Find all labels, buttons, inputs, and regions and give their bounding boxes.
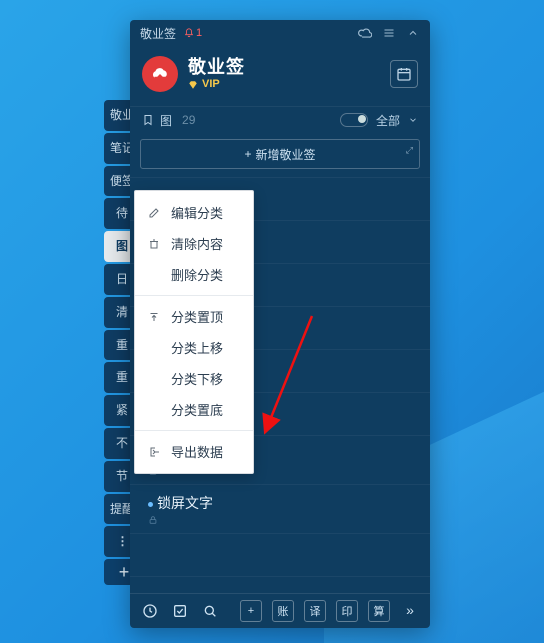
bookmark-icon — [142, 114, 154, 126]
expand-icon: ⤢ — [406, 145, 413, 156]
cloud-sync-icon[interactable] — [358, 26, 372, 40]
account-button[interactable]: 账 — [272, 600, 294, 622]
desktop: 敬业 笔记 便签 待 图 日 清 重 重 紧 不 节 提醒 ⋮ + 敬业签 1 — [0, 0, 544, 643]
category-left[interactable]: 图 29 — [142, 112, 195, 129]
blank-icon — [147, 403, 161, 417]
to-top-icon — [147, 310, 161, 324]
ctx-label: 分类下移 — [171, 369, 223, 388]
bell-icon — [184, 28, 194, 38]
titlebar-left: 敬业签 1 — [140, 25, 202, 42]
category-name: 图 — [160, 112, 172, 129]
diamond-icon — [188, 80, 198, 90]
calc-button[interactable]: 算 — [368, 600, 390, 622]
header: 敬业签 VIP — [130, 46, 430, 106]
ctx-label: 删除分类 — [171, 265, 223, 284]
ctx-label: 分类上移 — [171, 338, 223, 357]
blank-icon — [147, 268, 161, 282]
add-row: + 新增敬业签 ⤢ — [130, 133, 430, 177]
separator — [135, 295, 253, 296]
clock-button[interactable] — [140, 601, 160, 621]
separator — [135, 430, 253, 431]
notification-count: 1 — [196, 27, 202, 39]
clock-icon — [142, 603, 158, 619]
add-note-button[interactable]: + 新增敬业签 ⤢ — [140, 139, 420, 169]
ctx-pin-bottom[interactable]: 分类置底 — [135, 394, 253, 425]
item-title: 锁屏文字 — [157, 495, 213, 511]
header-right — [390, 60, 418, 88]
plus-square-button[interactable]: + — [240, 600, 262, 622]
search-button[interactable] — [200, 601, 220, 621]
category-right: 全部 — [340, 112, 418, 129]
titlebar-right — [358, 26, 420, 40]
search-icon — [202, 603, 218, 619]
ctx-label: 编辑分类 — [171, 203, 223, 222]
check-button[interactable] — [170, 601, 190, 621]
toggle-switch[interactable] — [340, 113, 368, 127]
export-icon — [147, 445, 161, 459]
menu-icon[interactable] — [382, 26, 396, 40]
edit-icon — [147, 206, 161, 220]
more-button[interactable]: » — [400, 600, 420, 620]
category-bar: 图 29 全部 — [130, 106, 430, 133]
titlebar: 敬业签 1 — [130, 20, 430, 46]
ctx-export-data[interactable]: 导出数据 — [135, 436, 253, 467]
ctx-move-up[interactable]: 分类上移 — [135, 332, 253, 363]
blank-icon — [147, 341, 161, 355]
app-name-block: 敬业签 VIP — [188, 57, 245, 92]
print-button[interactable]: 印 — [336, 600, 358, 622]
collapse-icon[interactable] — [406, 26, 420, 40]
filter-label[interactable]: 全部 — [376, 112, 400, 129]
add-note-label: 新增敬业签 — [256, 146, 316, 163]
titlebar-app-name: 敬业签 — [140, 25, 176, 42]
lock-icon — [148, 515, 158, 525]
ctx-label: 分类置底 — [171, 400, 223, 419]
ctx-delete-category[interactable]: 删除分类 — [135, 259, 253, 290]
blank-icon — [147, 372, 161, 386]
ctx-edit-category[interactable]: 编辑分类 — [135, 197, 253, 228]
app-logo — [142, 56, 178, 92]
context-menu: 编辑分类 清除内容 删除分类 分类置顶 分类上移 分类下移 分类置底 — [134, 190, 254, 474]
bottom-bar: + 账 译 印 算 » — [130, 593, 430, 628]
bottom-right: + 账 译 印 算 » — [240, 600, 420, 622]
ctx-clear-content[interactable]: 清除内容 — [135, 228, 253, 259]
cloud-house-icon — [149, 63, 171, 85]
ctx-pin-top[interactable]: 分类置顶 — [135, 301, 253, 332]
calendar-button[interactable] — [390, 60, 418, 88]
bullet-dot — [148, 502, 153, 507]
ctx-move-down[interactable]: 分类下移 — [135, 363, 253, 394]
notification-badge[interactable]: 1 — [184, 27, 202, 39]
ctx-label: 导出数据 — [171, 442, 223, 461]
vip-label: VIP — [202, 78, 220, 91]
list-row-empty — [130, 534, 430, 577]
bottom-left — [140, 601, 220, 621]
calendar-icon — [396, 66, 412, 82]
chevron-down-icon[interactable] — [408, 115, 418, 125]
app-title: 敬业签 — [188, 57, 245, 79]
category-count: 29 — [182, 113, 195, 127]
ctx-label: 清除内容 — [171, 234, 223, 253]
trash-icon — [147, 237, 161, 251]
plus-icon: + — [244, 147, 251, 161]
checkbox-icon — [172, 603, 188, 619]
translate-button[interactable]: 译 — [304, 600, 326, 622]
vip-badge: VIP — [188, 78, 245, 91]
ctx-label: 分类置顶 — [171, 307, 223, 326]
list-item[interactable]: 锁屏文字 — [130, 485, 430, 534]
